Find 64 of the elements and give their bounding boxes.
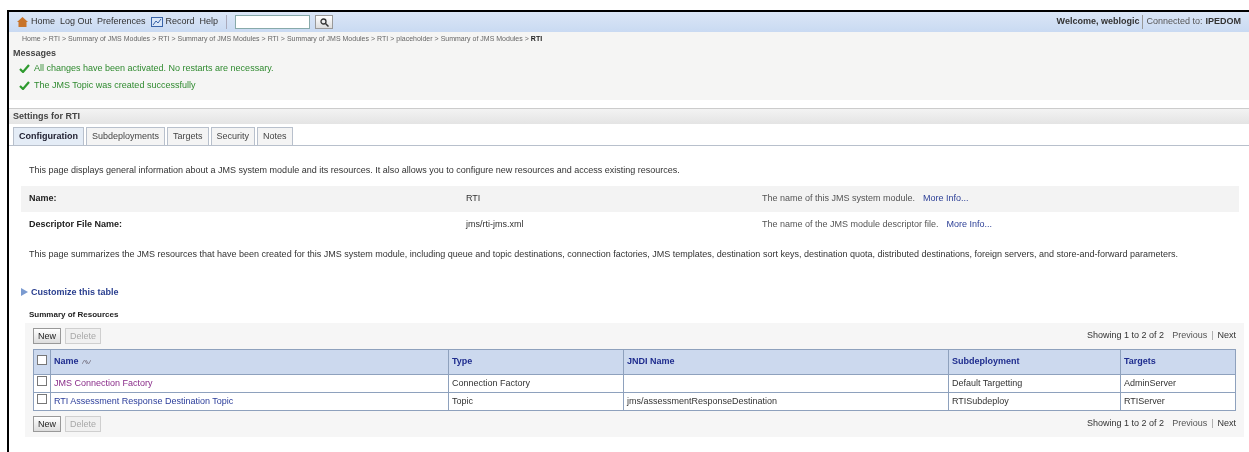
- column-header[interactable]: Type: [448, 349, 624, 375]
- search-icon: [319, 17, 329, 27]
- triangle-icon: [21, 288, 28, 297]
- column-header[interactable]: Name: [50, 349, 449, 375]
- connected-label: Connected to:: [1146, 15, 1203, 29]
- table-cell: Default Targetting: [948, 374, 1121, 393]
- field-help: The name of this JMS system module.: [762, 192, 916, 206]
- table-cell: Connection Factory: [448, 374, 624, 393]
- tab[interactable]: Notes: [257, 127, 293, 145]
- action-button[interactable]: New: [33, 416, 61, 432]
- checkbox[interactable]: [37, 394, 47, 405]
- tab[interactable]: Configuration: [13, 127, 84, 145]
- table-cell: AdminServer: [1120, 374, 1236, 393]
- previous-link[interactable]: Previous: [1172, 417, 1208, 431]
- field-label: Name:: [29, 192, 58, 206]
- section-title: Settings for RTI: [13, 109, 80, 123]
- messages-title: Messages: [12, 47, 58, 60]
- separator-text: |: [1211, 329, 1214, 343]
- customize-link[interactable]: Customize this table: [31, 285, 119, 299]
- success-message: All changes have been activated. No restarts are necessary.: [34, 61, 274, 75]
- checkbox[interactable]: [37, 376, 47, 387]
- column-header[interactable]: JNDI Name: [623, 349, 949, 375]
- domain-name: IPEDOM: [1205, 15, 1241, 29]
- column-header[interactable]: Targets: [1120, 349, 1236, 375]
- checkmark-icon: [19, 64, 30, 73]
- table-cell: RTISubdeploy: [948, 392, 1121, 411]
- house-icon: [17, 17, 28, 27]
- paging-status: Showing 1 to 2 of 2: [1087, 417, 1165, 431]
- toolbar-link[interactable]: Log Out: [60, 15, 93, 29]
- success-message: The JMS Topic was created successfully: [34, 78, 196, 92]
- action-button[interactable]: New: [33, 328, 61, 344]
- table-cell: RTIServer: [1120, 392, 1236, 411]
- search-field[interactable]: [235, 15, 311, 29]
- toolbar-link[interactable]: Home: [31, 15, 55, 29]
- sort-icon[interactable]: [81, 358, 91, 365]
- tab[interactable]: Targets: [167, 127, 209, 145]
- search-button[interactable]: [315, 15, 334, 29]
- checkbox[interactable]: [37, 354, 47, 365]
- resource-link[interactable]: JMS Connection Factory: [54, 377, 153, 388]
- welcome-text: Welcome, weblogic: [1056, 15, 1140, 29]
- tab[interactable]: Subdeployments: [86, 127, 166, 145]
- chart-icon: [150, 17, 163, 27]
- field-help: The name of the JMS module descriptor file.: [762, 218, 939, 232]
- field-label: Descriptor File Name:: [29, 218, 124, 232]
- column-header[interactable]: Subdeployment: [948, 349, 1121, 375]
- summary-text: This page summarizes the JMS resources that have been created for this JMS system module, including queue and topic destinations, connection factories, JMS templates, destination sort keys, destination quota, distributed destinations, foreign servers, and store-and-forward parameters.: [29, 248, 1180, 261]
- paging-status: Showing 1 to 2 of 2: [1087, 329, 1165, 343]
- previous-link[interactable]: Previous: [1172, 329, 1208, 343]
- more-info-link[interactable]: More Info...: [946, 218, 993, 232]
- checkmark-icon: [19, 81, 30, 90]
- toolbar-link[interactable]: Record: [165, 15, 195, 29]
- table-title: Summary of Resources: [29, 309, 120, 321]
- table-cell: Topic: [448, 392, 624, 411]
- toolbar-link[interactable]: Help: [199, 15, 219, 29]
- next-link[interactable]: Next: [1217, 417, 1236, 431]
- tab[interactable]: Security: [210, 127, 256, 145]
- field-value: RTI: [466, 192, 482, 206]
- field-value: jms/rti-jms.xml: [466, 218, 525, 232]
- intro-text: This page displays general information about a JMS system module and its resources. It also allows you to configure new resources and access existing resources.: [29, 164, 681, 177]
- table-cell: jms/assessmentResponseDestination: [623, 392, 949, 411]
- next-link[interactable]: Next: [1217, 329, 1236, 343]
- more-info-link[interactable]: More Info...: [923, 192, 969, 206]
- separator-text: |: [1211, 417, 1214, 431]
- toolbar-link[interactable]: Preferences: [97, 15, 146, 29]
